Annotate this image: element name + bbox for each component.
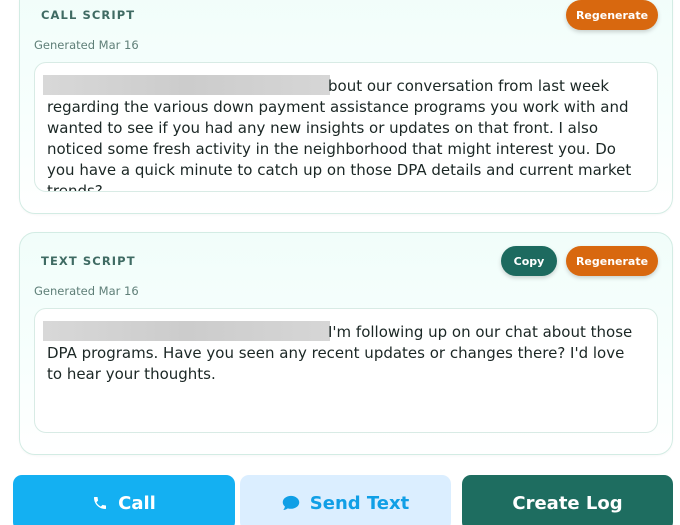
call-script-card: CALL SCRIPT Regenerate Generated Mar 16 …: [19, 0, 673, 214]
phone-icon: [94, 497, 107, 509]
redacted-text: [43, 75, 330, 95]
text-script-card: TEXT SCRIPT Copy Regenerate Generated Ma…: [19, 232, 673, 455]
call-script-text-box: bout our conversation from last week reg…: [34, 62, 658, 192]
send-text-button[interactable]: Send Text: [240, 475, 451, 525]
call-button-label: Call: [118, 493, 156, 514]
create-log-button-label: Create Log: [512, 493, 623, 514]
call-regenerate-button[interactable]: Regenerate: [566, 0, 658, 30]
copy-button[interactable]: Copy: [501, 246, 557, 276]
chat-bubble-icon: [282, 495, 300, 510]
text-regenerate-button[interactable]: Regenerate: [566, 246, 658, 276]
text-script-title: TEXT SCRIPT: [41, 254, 136, 268]
text-script-text-box: I'm following up on our chat about those…: [34, 308, 658, 433]
call-button[interactable]: Call: [13, 475, 235, 525]
send-text-button-label: Send Text: [309, 493, 410, 514]
redacted-text: [43, 321, 330, 341]
call-script-title: CALL SCRIPT: [41, 8, 136, 22]
create-log-button[interactable]: Create Log: [462, 475, 673, 525]
text-script-date: Generated Mar 16: [34, 284, 139, 298]
call-script-date: Generated Mar 16: [34, 38, 139, 52]
